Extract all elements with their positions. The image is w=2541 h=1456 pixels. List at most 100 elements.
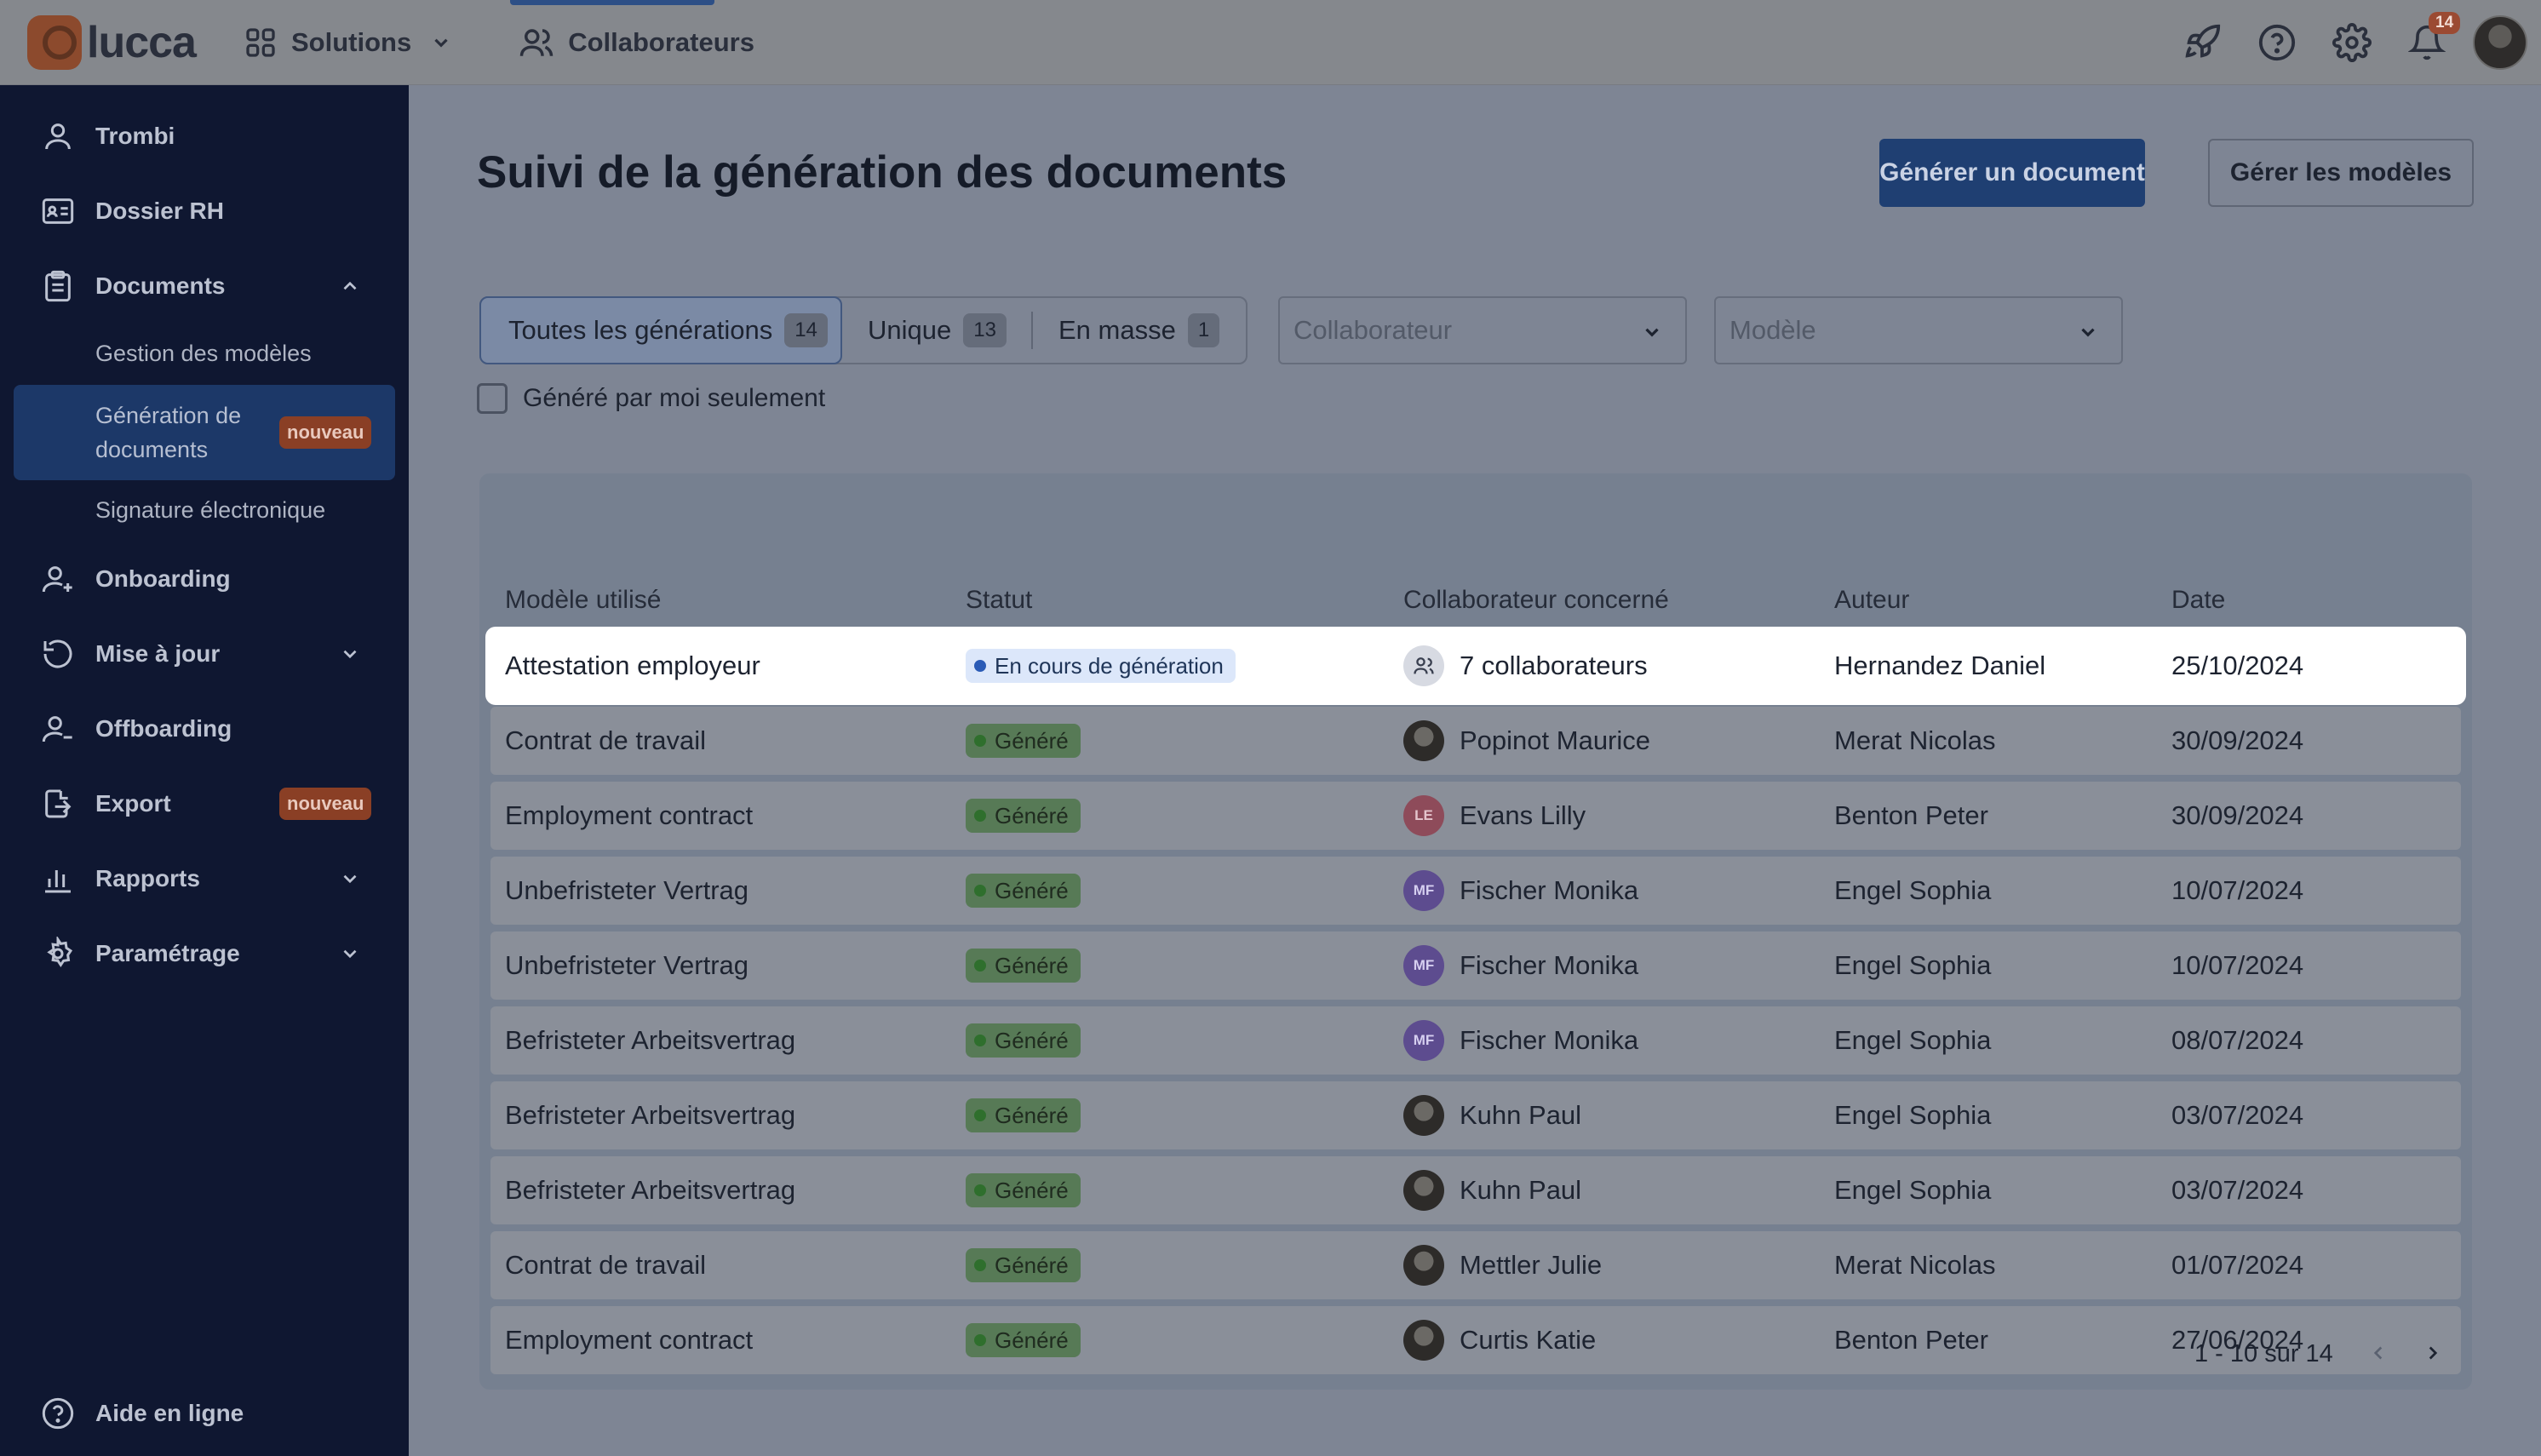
status-label: Généré [995, 802, 1069, 828]
table-row[interactable]: Contrat de travail Généré Popinot Maurice M… [490, 707, 2461, 775]
cell-status: En cours de génération [966, 632, 1236, 700]
avatar-initials: MF [1403, 945, 1444, 986]
sidebar-item-trombi[interactable]: Trombi [0, 102, 409, 170]
checkbox-label: Généré par moi seulement [523, 384, 826, 412]
settings-button[interactable] [2314, 0, 2389, 85]
table-row[interactable]: Employment contract Généré LE Evans Lilly Be… [490, 782, 2461, 850]
column-header-date: Date [2171, 586, 2226, 614]
sidebar-item-label: Paramétrage [95, 940, 240, 966]
cell-status: Généré [966, 1306, 1081, 1374]
sidebar-item-rapports[interactable]: Rapports [0, 845, 409, 913]
clipboard-icon [45, 270, 71, 302]
sidebar-subitem-signature[interactable]: Signature électronique [95, 497, 325, 524]
main-content: Suivi de la génération des documents Gén… [409, 85, 2541, 1456]
cell-model: Unbefristeter Vertrag [505, 950, 749, 980]
table-row[interactable]: Befristeter Arbeitsvertrag Généré Kuhn Pau… [490, 1081, 2461, 1149]
status-label: Généré [995, 952, 1069, 978]
manage-templates-button[interactable]: Gérer les modèles [2208, 139, 2474, 207]
status-badge: En cours de génération [966, 649, 1236, 683]
grid-icon [246, 27, 275, 57]
status-label: Généré [995, 1327, 1069, 1353]
sidebar-item-parametrage[interactable]: Paramétrage [0, 920, 409, 988]
notifications-button[interactable]: 14 [2389, 0, 2464, 85]
cell-model: Attestation employeur [505, 651, 760, 680]
avatar [1403, 1245, 1444, 1286]
pagination-info: 1 - 10 sur 14 [2194, 1340, 2333, 1367]
sidebar-item-label: Onboarding [95, 565, 231, 592]
avatar [1403, 720, 1444, 761]
cell-date: 03/07/2024 [2171, 1175, 2304, 1205]
collaborator-name: Fischer Monika [1460, 1025, 1639, 1055]
tab-en-masse[interactable]: En masse 1 [1033, 298, 1246, 363]
cell-author: Benton Peter [1834, 800, 1988, 830]
cell-model: Employment contract [505, 800, 754, 830]
cell-model: Befristeter Arbeitsvertrag [505, 1175, 796, 1205]
cell-model: Employment contract [505, 1325, 754, 1355]
cell-author: Engel Sophia [1834, 1025, 1992, 1055]
status-dot-icon [974, 1259, 986, 1271]
status-dot-icon [974, 885, 986, 897]
help-label: Aide en ligne [95, 1400, 244, 1426]
sidebar-item-dossier-rh[interactable]: Dossier RH [0, 177, 409, 245]
sidebar-help[interactable]: Aide en ligne [0, 1379, 409, 1447]
cell-collaborator: 7 collaborateurs [1403, 632, 1648, 700]
help-button[interactable] [2240, 0, 2314, 85]
table-row[interactable]: Employment contract Généré Curtis Katie Ben… [490, 1306, 2461, 1374]
cell-date: 30/09/2024 [2171, 800, 2304, 830]
lucca-logo[interactable]: lucca [27, 14, 197, 70]
collaborateurs-tab[interactable]: Collaborateurs [510, 0, 754, 85]
sidebar-subitem-gestion-modeles[interactable]: Gestion des modèles [95, 341, 312, 367]
sidebar-subitem-generation-label: Génération de documents [95, 403, 242, 462]
collaborateur-select[interactable]: Collaborateur [1278, 296, 1687, 364]
tab-unique[interactable]: Unique 13 [842, 298, 1031, 363]
top-bar: lucca Solutions Collaborateurs 14 [0, 0, 2541, 85]
table-row[interactable]: Befristeter Arbeitsvertrag Généré Kuhn Pau… [490, 1156, 2461, 1224]
tab-count: 14 [784, 313, 828, 347]
cell-date: 10/07/2024 [2171, 875, 2304, 905]
tab-label: En masse [1058, 315, 1176, 345]
sidebar-item-offboarding[interactable]: Offboarding [0, 695, 409, 763]
status-dot-icon [974, 1035, 986, 1046]
sidebar-item-documents[interactable]: Documents [0, 252, 409, 320]
rocket-button[interactable] [2165, 0, 2240, 85]
avatar-initials: MF [1403, 1020, 1444, 1061]
collaborator-name: Kuhn Paul [1460, 1175, 1582, 1205]
status-dot-icon [974, 1184, 986, 1196]
chevron-down-icon [2081, 328, 2095, 337]
new-badge: nouveau [279, 416, 372, 449]
tab-all-generations[interactable]: Toutes les générations 14 [479, 296, 842, 364]
table-row[interactable]: Unbefristeter Vertrag Généré MF Fischer Mon… [490, 857, 2461, 925]
modele-select[interactable]: Modèle [1714, 296, 2123, 364]
table-row[interactable]: Contrat de travail Généré Mettler Julie Mer… [490, 1231, 2461, 1299]
users-icon [519, 28, 554, 56]
generated-by-me-filter[interactable]: Généré par moi seulement [477, 383, 825, 414]
user-avatar[interactable] [2473, 15, 2527, 70]
user-icon [45, 123, 71, 150]
chevron-left-icon[interactable] [2367, 1342, 2389, 1364]
table-row[interactable]: Attestation employeur En cours de générat… [490, 632, 2461, 700]
cell-collaborator: LE Evans Lilly [1403, 782, 1586, 850]
sidebar-item-export[interactable]: Export nouveau [0, 770, 409, 838]
page-title: Suivi de la génération des documents [477, 147, 1288, 198]
sidebar-item-mise-a-jour[interactable]: Mise à jour [0, 620, 409, 688]
cell-author: Benton Peter [1834, 1325, 1988, 1355]
lucca-logo-icon [27, 14, 82, 70]
generate-document-button[interactable]: Générer un document [1879, 139, 2145, 207]
export-icon [45, 789, 72, 818]
cell-author: Engel Sophia [1834, 1175, 1992, 1205]
column-header-collaborator: Collaborateur concerné [1403, 586, 1669, 614]
table-row[interactable]: Unbefristeter Vertrag Généré MF Fischer Mon… [490, 931, 2461, 1000]
solutions-menu[interactable]: Solutions [244, 0, 466, 85]
sidebar-item-onboarding[interactable]: Onboarding [0, 545, 409, 613]
status-badge: Généré [966, 1248, 1081, 1282]
cell-author: Engel Sophia [1834, 950, 1992, 980]
collaborator-name: Fischer Monika [1460, 950, 1639, 980]
table-row[interactable]: Befristeter Arbeitsvertrag Généré MF Fische… [490, 1006, 2461, 1075]
cell-status: Généré [966, 782, 1081, 850]
cell-author: Merat Nicolas [1834, 725, 1996, 755]
group-users-icon [1403, 645, 1444, 686]
chevron-right-icon[interactable] [2422, 1342, 2444, 1364]
sidebar-item-label: Mise à jour [95, 640, 221, 667]
generated-by-me-checkbox[interactable] [477, 383, 508, 414]
collaborateurs-label: Collaborateurs [568, 26, 754, 57]
